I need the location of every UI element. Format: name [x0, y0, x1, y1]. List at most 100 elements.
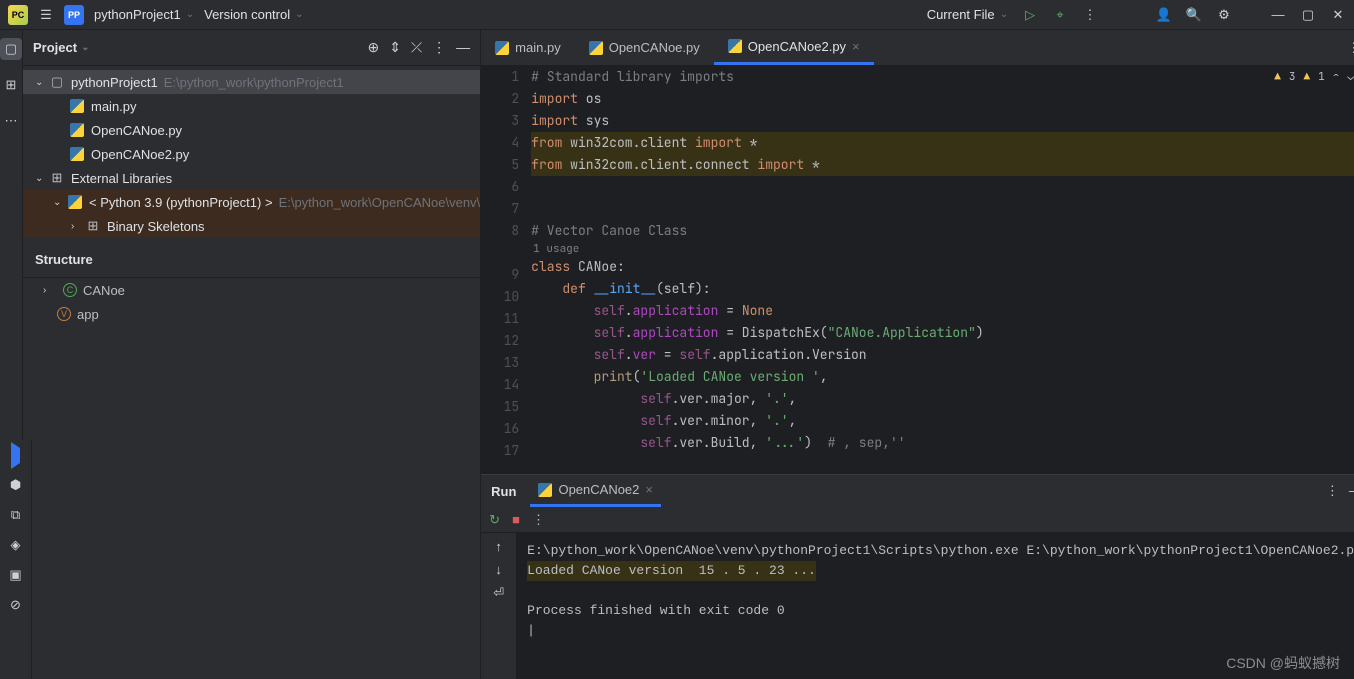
warning-icon: ▲ — [1303, 70, 1310, 84]
titlebar: PC ☰ PP pythonProject1 ⌄ Version control… — [0, 0, 1354, 30]
pycharm-logo: PC — [8, 5, 28, 25]
sidebar-title[interactable]: Project⌄ — [33, 40, 360, 55]
scroll-down-icon[interactable]: ↓ — [495, 562, 502, 577]
structure-variable[interactable]: V app — [23, 302, 480, 326]
code-content[interactable]: # Standard library importsimport osimpor… — [531, 66, 1354, 474]
more-tools-icon[interactable]: ⋯ — [0, 110, 22, 132]
editor-area: main.py OpenCANoe.py OpenCANoe2.py × ⋮ ▲… — [481, 30, 1354, 679]
stop-icon[interactable]: ■ — [512, 512, 520, 527]
editor-tabs: main.py OpenCANoe.py OpenCANoe2.py × ⋮ — [481, 30, 1354, 66]
terminal-icon[interactable]: ▣ — [9, 567, 21, 583]
rerun-icon[interactable]: ↻ — [489, 512, 500, 528]
python-file-icon — [589, 41, 603, 55]
tree-file[interactable]: OpenCANoe2.py — [23, 142, 480, 166]
problems-icon[interactable]: ⊘ — [10, 597, 21, 613]
tree-python-env[interactable]: ⌄ < Python 3.9 (pythonProject1) > E:\pyt… — [23, 190, 480, 214]
search-icon[interactable]: 🔍 — [1186, 7, 1202, 23]
python-console-icon[interactable]: ⬢ — [10, 477, 21, 493]
chevron-right-icon: › — [71, 221, 85, 232]
tree-file[interactable]: main.py — [23, 94, 480, 118]
tab-label: OpenCANoe2.py — [748, 39, 846, 54]
soft-wrap-icon[interactable]: ⏎ — [493, 585, 504, 601]
tree-root[interactable]: ⌄ ▢ pythonProject1 E:\python_work\python… — [23, 70, 480, 94]
tree-root-path: E:\python_work\pythonProject1 — [164, 75, 344, 90]
python-file-icon — [69, 99, 85, 113]
scroll-up-icon[interactable]: ↑ — [495, 539, 502, 554]
python-file-icon — [69, 147, 85, 161]
library-icon: ⊞ — [85, 218, 101, 234]
run-config-label: Current File — [927, 7, 995, 22]
run-tab[interactable]: OpenCANoe2 × — [530, 475, 661, 507]
line-numbers: 12345678 91011121314151617 — [481, 66, 531, 474]
editor-tab-active[interactable]: OpenCANoe2.py × — [714, 30, 874, 65]
vcs-label: Version control — [204, 7, 290, 22]
project-sidebar: Project⌄ ⊕ ⇕ ⤫ ⋮ — ⌄ ▢ pythonProject1 E:… — [23, 30, 481, 679]
vcs-dropdown[interactable]: Version control ⌄ — [204, 7, 303, 22]
run-options-icon[interactable]: ⋮ — [532, 512, 545, 528]
tree-binary-skeletons[interactable]: › ⊞ Binary Skeletons — [23, 214, 480, 238]
collapse-all-icon[interactable]: ⤫ — [411, 39, 422, 56]
structure-tool-icon[interactable]: ⊞ — [0, 74, 22, 96]
project-badge: PP — [64, 5, 84, 25]
watermark: CSDN @蚂蚁撼树 — [1226, 653, 1340, 673]
project-dropdown[interactable]: pythonProject1 ⌄ — [94, 7, 194, 22]
class-icon: C — [63, 283, 77, 297]
console-result: Loaded CANoe version 15 . 5 . 23 ... — [527, 561, 816, 581]
console-exit: Process finished with exit code 0 — [527, 601, 1354, 621]
structure-header: Structure — [23, 242, 480, 278]
chevron-right-icon: › — [43, 285, 57, 296]
expand-all-icon[interactable]: ⇕ — [389, 39, 401, 56]
library-icon: ⊞ — [49, 170, 65, 186]
hamburger-icon[interactable]: ☰ — [38, 7, 54, 23]
project-tool-icon[interactable]: ▢ — [0, 38, 22, 60]
tree-file[interactable]: OpenCANoe.py — [23, 118, 480, 142]
close-tab-icon[interactable]: × — [645, 482, 653, 497]
minimize-icon[interactable]: — — [1270, 7, 1286, 23]
run-more-icon[interactable]: ⋮ — [1326, 483, 1339, 499]
debug-icon[interactable]: ⌖ — [1052, 7, 1068, 23]
tabs-more-icon[interactable]: ⋮ — [1346, 40, 1354, 56]
structure-label: app — [77, 307, 99, 322]
run-config-dropdown[interactable]: Current File ⌄ — [927, 7, 1008, 22]
tab-label: main.py — [515, 40, 561, 55]
tab-label: OpenCANoe.py — [609, 40, 700, 55]
close-tab-icon[interactable]: × — [852, 39, 860, 54]
run-tool-icon[interactable] — [11, 448, 20, 463]
run-tab-label: OpenCANoe2 — [558, 482, 639, 497]
structure-label: CANoe — [83, 283, 125, 298]
sidebar-hide-icon[interactable]: — — [456, 39, 470, 56]
python-file-icon — [69, 123, 85, 137]
editor-tab[interactable]: OpenCANoe.py — [575, 30, 714, 65]
tree-file-label: main.py — [91, 99, 137, 114]
chevron-down-icon[interactable]: ⌄ — [1347, 70, 1354, 84]
console-toolbar: ↑ ↓ ⏎ — [481, 533, 517, 679]
tree-external-libs[interactable]: ⌄ ⊞ External Libraries — [23, 166, 480, 190]
warning-icon: ▲ — [1274, 70, 1281, 84]
python-file-icon — [495, 41, 509, 55]
python-packages-icon[interactable]: ◈ — [11, 537, 21, 553]
tree-label: < Python 3.9 (pythonProject1) > — [89, 195, 273, 210]
editor-tab[interactable]: main.py — [481, 30, 575, 65]
sidebar-more-icon[interactable]: ⋮ — [432, 39, 446, 56]
python-file-icon — [538, 483, 552, 497]
services-icon[interactable]: ⧉ — [11, 507, 20, 523]
run-hide-icon[interactable]: — — [1349, 483, 1354, 499]
tree-label: Binary Skeletons — [107, 219, 205, 234]
close-icon[interactable]: ✕ — [1330, 7, 1346, 23]
more-icon[interactable]: ⋮ — [1082, 7, 1098, 23]
chevron-down-icon: ⌄ — [295, 9, 303, 20]
chevron-down-icon: ⌄ — [35, 173, 49, 184]
chevron-down-icon: ⌄ — [35, 77, 49, 88]
add-user-icon[interactable]: 👤 — [1156, 7, 1172, 23]
chevron-down-icon: ⌄ — [1000, 9, 1008, 20]
settings-icon[interactable]: ⚙ — [1216, 7, 1232, 23]
project-tree: ⌄ ▢ pythonProject1 E:\python_work\python… — [23, 66, 480, 242]
select-opened-icon[interactable]: ⊕ — [368, 39, 380, 56]
code-editor[interactable]: ▲3 ▲1 ⌃ ⌄ 12345678 91011121314151617 # S… — [481, 66, 1354, 474]
maximize-icon[interactable]: ▢ — [1300, 7, 1316, 23]
structure-class[interactable]: › C CANoe — [23, 278, 480, 302]
chevron-up-icon[interactable]: ⌃ — [1333, 70, 1340, 84]
run-icon[interactable]: ▷ — [1022, 7, 1038, 23]
bottom-left-toolbar: ⬢ ⧉ ◈ ▣ ⊘ — [0, 440, 32, 679]
inspection-badges[interactable]: ▲3 ▲1 ⌃ ⌄ — [1274, 70, 1354, 84]
